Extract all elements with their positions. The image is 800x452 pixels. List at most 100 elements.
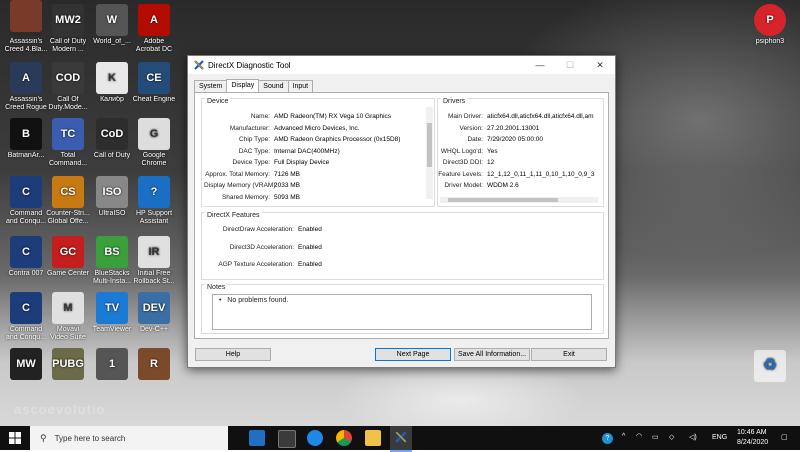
notes-box[interactable]: • No problems found. (212, 294, 592, 330)
app-icon: ISO (96, 176, 128, 208)
app-icon: TC (52, 118, 84, 150)
notes-group: Notes • No problems found. (201, 284, 604, 334)
info-row: Direct3D Acceleration: Enabled (204, 244, 322, 252)
desktop-icon-label: Initial Free (137, 270, 171, 277)
taskbar-search[interactable]: ⚲ Type here to search (30, 426, 228, 450)
info-key: Approx. Total Memory: (205, 170, 270, 178)
watermark: ascoevolutio (14, 402, 106, 417)
app-icon: C (10, 236, 42, 268)
tab-display[interactable]: Display (226, 79, 260, 92)
desktop-icon-label: Duty.Mode... (48, 104, 88, 111)
app-icon: A (10, 62, 42, 94)
file-explorer-icon[interactable] (365, 430, 381, 446)
info-value: Internal DAC(400MHz) (274, 147, 340, 155)
info-value: 27.20.2001.13001 (487, 124, 540, 132)
minimize-button[interactable]: — (525, 60, 555, 70)
recycle-bin[interactable]: ♻ (742, 350, 798, 384)
app-icon: M (52, 292, 84, 324)
info-row: Date: 7/29/2020 05:00:00 (438, 136, 543, 144)
drivers-group: Drivers Main Driver: aticfx64.dll,aticfx6… (437, 98, 604, 207)
windows-start-icon[interactable] (9, 432, 21, 444)
desktop-icon[interactable]: IR Initial Free Rollback St... (126, 236, 182, 286)
info-row: Main Driver: aticfx64.dll,aticfx64.dll,at… (438, 113, 594, 121)
info-row: Direct3D DDI: 12 (438, 159, 494, 167)
info-row: Device Type: Full Display Device (204, 159, 330, 167)
notification-icon[interactable]: ▢ (781, 433, 788, 441)
app-icon: W (96, 4, 128, 36)
info-key: DirectDraw Acceleration: (222, 226, 294, 233)
desktop-icon[interactable]: G Google Chrome (126, 118, 182, 168)
info-value: 2033 MB (274, 182, 301, 189)
device-group: Device Name: AMD Radeon(TM) RX Vega 10 Gr… (201, 98, 435, 207)
desktop-icon-label: Adobe (143, 38, 165, 45)
desktop-icon-label: Acrobat DC (135, 46, 173, 53)
info-value: AMD Radeon(TM) RX Vega 10 Graphics (274, 113, 392, 120)
exit-button[interactable]: Exit (531, 348, 607, 361)
desktop-icon-label: Video Suite (50, 334, 86, 341)
info-key: AGP Texture Acceleration: (218, 261, 294, 268)
info-key: Device Type: (232, 159, 270, 166)
directx-taskbar-icon[interactable] (390, 426, 412, 452)
info-value: AMD Radeon Graphics Processor (0x15D8) (274, 136, 401, 143)
window-title: DirectX Diagnostic Tool (208, 60, 291, 70)
info-key: Date: (467, 136, 483, 143)
app-icon: COD (52, 62, 84, 94)
info-value: Advanced Micro Devices, Inc. (274, 124, 360, 132)
info-key: Main Driver: (447, 113, 483, 120)
desktop-icon[interactable]: CE Cheat Engine (126, 62, 182, 104)
help-button[interactable]: Help (195, 348, 271, 361)
title-bar[interactable]: DirectX Diagnostic Tool — ☐ ✕ (188, 56, 615, 74)
close-button[interactable]: ✕ (585, 60, 615, 71)
chrome-icon[interactable] (336, 430, 352, 446)
info-row: WHQL Logo'd: Yes (438, 148, 498, 156)
desktop-icon[interactable] (0, 0, 54, 34)
app-icon: MW (10, 348, 42, 380)
edge-icon[interactable] (307, 430, 323, 446)
app-icon: C (10, 292, 42, 324)
features-group-title: DirectX Features (205, 212, 262, 219)
desktop-icon-label: Modern ... (52, 46, 84, 53)
help-tray-icon[interactable]: ? (602, 433, 613, 444)
info-value: 5093 MB (274, 193, 301, 201)
volume-icon[interactable]: ◁) (689, 433, 697, 441)
device-scrollbar[interactable] (426, 107, 433, 199)
desktop-icon-label: Google (142, 152, 166, 159)
info-value: Yes (487, 147, 498, 155)
clock-time[interactable]: 10:46 AM (737, 429, 767, 436)
clock-date[interactable]: 8/24/2020 (737, 439, 768, 446)
info-value: aticfx64.dll,aticfx64.dll,aticfx64.dll,a… (487, 113, 594, 120)
desktop-icon[interactable]: A Adobe Acrobat DC (126, 4, 182, 54)
desktop-icon[interactable]: DEV Dev-C++ (126, 292, 182, 334)
info-key: Direct3D DDI: (442, 159, 483, 166)
info-value: 7/29/2020 05:00:00 (487, 136, 544, 143)
info-row: Version: 27.20.2001.13001 (438, 124, 540, 133)
info-key: Chip Type: (239, 136, 270, 143)
next-page-button[interactable]: Next Page (375, 348, 451, 361)
battery-icon[interactable]: ▭ (652, 433, 659, 441)
info-key: DAC Type: (238, 147, 270, 155)
desktop-icon-label: Command... (48, 160, 88, 167)
info-key: Feature Levels: (438, 170, 483, 178)
maximize-button[interactable]: ☐ (555, 60, 585, 71)
info-row: Name: AMD Radeon(TM) RX Vega 10 Graphics (204, 113, 391, 121)
info-row: DirectDraw Acceleration: Enabled (204, 226, 322, 234)
mail-icon[interactable] (249, 430, 265, 446)
save-all-button[interactable]: Save All Information... (454, 348, 530, 361)
directx-icon (395, 431, 407, 443)
desktop-icon[interactable]: ? HP Support Assistant (126, 176, 182, 226)
store-icon[interactable] (278, 430, 296, 448)
desktop-icon-psiphon[interactable]: P psiphon3 (742, 4, 798, 46)
info-value: 12 (487, 159, 495, 166)
directx-icon (194, 60, 204, 70)
drivers-scrollbar[interactable] (440, 197, 598, 203)
app-icon: MW2 (52, 4, 84, 36)
desktop-icon[interactable]: R (126, 348, 182, 382)
chevron-up-icon[interactable]: ^ (622, 433, 625, 440)
info-key: Display Memory (VRAM): (204, 182, 278, 189)
info-key: Shared Memory: (221, 193, 270, 201)
info-row: Display Memory (VRAM): 2033 MB (204, 182, 300, 190)
wifi-icon[interactable]: ◠ (636, 432, 642, 440)
info-row: DAC Type: Internal DAC(400MHz) (204, 148, 340, 156)
language-indicator[interactable]: ENG (712, 434, 727, 441)
dropbox-icon[interactable]: ◇ (669, 433, 674, 441)
